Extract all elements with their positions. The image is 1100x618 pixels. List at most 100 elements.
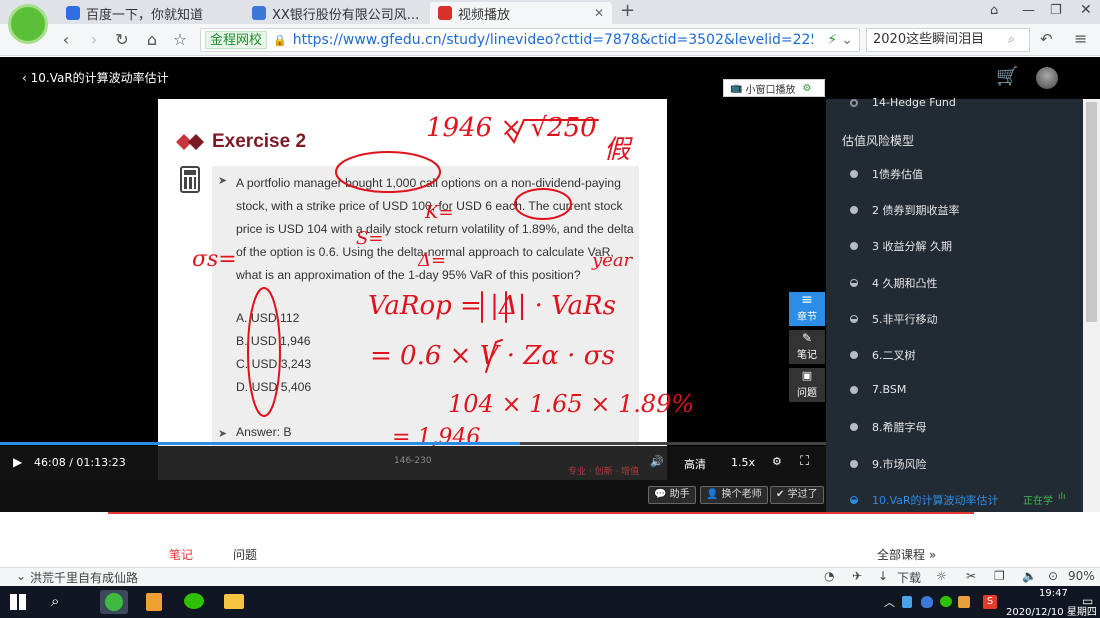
chapter-item-2[interactable]: 2 债券到期收益率 xyxy=(850,202,960,218)
chapter-item-4[interactable]: 4 久期和凸性 xyxy=(850,275,938,291)
status-news[interactable]: 洪荒千里自有成仙路 xyxy=(30,569,138,586)
settings-icon[interactable]: ⚙ xyxy=(772,455,782,468)
pin-icon[interactable]: ✈ xyxy=(852,569,862,583)
questions-label: 问题 xyxy=(797,388,817,399)
wechat-tray-icon[interactable] xyxy=(940,596,952,607)
learned-button[interactable]: ✔ 学过了 xyxy=(770,486,824,504)
chapter-item-prev[interactable]: 14-Hedge Fund xyxy=(850,96,956,109)
all-courses-label: 全部课程 xyxy=(877,548,926,562)
chat-icon: ▣ xyxy=(801,369,813,382)
download-label[interactable]: 下载 xyxy=(897,569,921,586)
tray-chevron-icon[interactable]: ︿ xyxy=(884,594,895,610)
notes-label: 笔记 xyxy=(797,350,817,361)
ink-s: S= xyxy=(356,228,383,249)
slide-page-number: 146-230 xyxy=(394,456,432,466)
sun-icon[interactable]: ☼ xyxy=(936,569,947,583)
chat-bubble-icon: 💬 xyxy=(654,489,667,500)
chapter-item-5[interactable]: 5.非平行移动 xyxy=(850,311,938,327)
copy-icon[interactable]: ❐ xyxy=(994,569,1005,583)
mini-window-button[interactable]: 📺 小窗口播放 ⚙ xyxy=(723,79,825,97)
tab-questions[interactable]: 问题 xyxy=(233,546,257,563)
zoom-icon[interactable]: ⊙ xyxy=(1048,569,1058,583)
speaker-icon[interactable]: 🔈 xyxy=(1022,569,1037,583)
ink-delta: Δ= xyxy=(417,250,446,271)
wechat-taskbar-icon[interactable] xyxy=(180,590,208,614)
all-courses-link[interactable]: 全部课程 » xyxy=(877,546,936,563)
change-teacher-label: 换个老师 xyxy=(721,489,762,500)
progress-dot-icon xyxy=(850,206,858,214)
chapter-label: 7.BSM xyxy=(872,383,907,396)
chapter-label: 8.希腊字母 xyxy=(872,421,927,434)
chapter-item-8[interactable]: 8.希腊字母 xyxy=(850,419,927,435)
speedometer-icon[interactable]: ◔ xyxy=(824,569,834,583)
ink-formula3: 104 × 1.65 × 1.89% xyxy=(448,390,694,418)
chapter-label: 2 债券到期收益率 xyxy=(872,204,960,217)
chapter-label: 5.非平行移动 xyxy=(872,313,938,326)
chapter-item-10[interactable]: 10.VaR的计算波动率估计 xyxy=(850,492,999,508)
shield-icon[interactable] xyxy=(921,596,933,608)
chapter-item-3[interactable]: 3 收益分解 久期 xyxy=(850,238,952,254)
chapters-label: 章节 xyxy=(797,312,817,323)
learned-label: 学过了 xyxy=(787,489,818,500)
chapter-label: 6.二叉树 xyxy=(872,349,916,362)
browser-logo-icon[interactable] xyxy=(8,4,48,44)
list-icon: ≡ xyxy=(801,292,813,308)
notification-icon[interactable]: ▭ xyxy=(1082,594,1093,608)
chapter-sidebar xyxy=(826,99,1083,512)
ink-circle-each xyxy=(514,188,572,220)
tv-icon: 📺 xyxy=(730,82,743,94)
chapter-item-1[interactable]: 1债券估值 xyxy=(850,166,923,182)
chapter-item-9[interactable]: 9.市场风险 xyxy=(850,456,927,472)
browser-taskbar-icon[interactable] xyxy=(100,590,128,614)
progress-dot-icon xyxy=(850,496,858,504)
scissors-icon[interactable]: ✂ xyxy=(966,569,976,583)
tray-icon-4[interactable] xyxy=(958,596,970,608)
speed-button[interactable]: 1.5x xyxy=(731,456,755,469)
quality-button[interactable]: 高清 xyxy=(684,456,706,472)
user-icon: 👤 xyxy=(706,489,719,500)
progress-dot-icon xyxy=(850,242,858,250)
play-icon[interactable]: ▶ xyxy=(13,455,22,469)
change-teacher-button[interactable]: 👤 换个老师 xyxy=(700,486,768,504)
search-icon[interactable]: ⌕ xyxy=(51,592,59,610)
sidebar-scroll-thumb[interactable] xyxy=(1086,102,1097,322)
sogou-icon[interactable]: S xyxy=(983,595,997,609)
bars-icon: ılı xyxy=(1058,492,1066,502)
windows-start-icon[interactable] xyxy=(10,594,26,610)
volume-icon[interactable]: 🔊 xyxy=(650,455,664,468)
ink-top-suffix: 假 xyxy=(604,135,633,165)
progress-dot-icon xyxy=(850,170,858,178)
chapter-label: 3 收益分解 久期 xyxy=(872,240,952,253)
taskbar-time: 19:47 xyxy=(1039,588,1068,599)
ink-year: year xyxy=(591,250,634,271)
assistant-button[interactable]: 💬 助手 xyxy=(648,486,696,504)
chapter-label: 14-Hedge Fund xyxy=(872,96,956,109)
folder-taskbar-icon[interactable] xyxy=(220,590,248,614)
notes-button[interactable]: ✎ 笔记 xyxy=(789,330,825,364)
red-divider xyxy=(108,512,974,514)
download-icon[interactable]: ↓ xyxy=(878,569,888,583)
fullscreen-icon[interactable]: ⛶ xyxy=(800,454,809,469)
chapter-item-7[interactable]: 7.BSM xyxy=(850,383,906,396)
progress-dot-icon xyxy=(850,460,858,468)
pencil-icon: ✎ xyxy=(801,331,813,345)
ink-circle-bought xyxy=(335,151,441,193)
chapters-button[interactable]: ≡ 章节 xyxy=(789,292,825,326)
questions-button[interactable]: ▣ 问题 xyxy=(789,368,825,402)
app-taskbar-icon[interactable] xyxy=(140,590,168,614)
progress-dot-icon xyxy=(850,98,858,107)
tab-notes[interactable]: 笔记 xyxy=(169,546,193,563)
gear-icon[interactable]: ⚙ xyxy=(802,83,811,94)
chapter-label: 4 久期和凸性 xyxy=(872,277,938,290)
tray-icon-1[interactable] xyxy=(902,596,912,608)
current-status: 正在学 xyxy=(1023,496,1053,507)
ink-formula2: = 0.6 × V · Zα · σs xyxy=(370,341,615,371)
progress-dot-icon xyxy=(850,423,858,431)
check-icon: ✔ xyxy=(776,489,785,500)
zoom-level[interactable]: 90% xyxy=(1068,569,1095,583)
chevron-icon: ⌄ xyxy=(16,569,27,583)
ink-sigma: σs= xyxy=(192,247,237,272)
chapter-item-6[interactable]: 6.二叉树 xyxy=(850,347,916,363)
progress-dot-icon xyxy=(850,351,858,359)
progress-fill xyxy=(0,442,520,445)
